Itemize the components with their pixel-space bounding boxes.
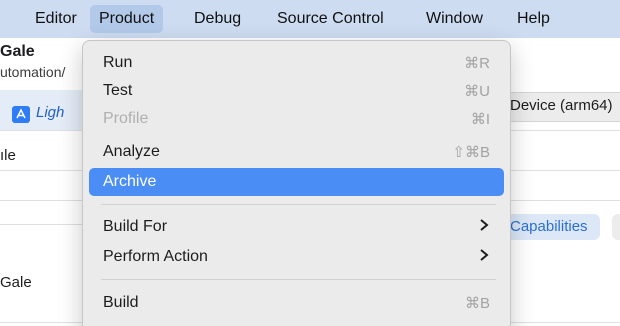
menu-item-label: Profile: [103, 110, 149, 127]
settings-row-label-gale: Gale: [0, 274, 32, 291]
app-target-icon: [12, 106, 30, 123]
menubar-item-help[interactable]: Help: [508, 5, 559, 33]
project-name: Gale: [0, 43, 35, 60]
menu-item-label: Build: [103, 294, 139, 311]
menu-separator: [101, 204, 496, 205]
menu-item-label: Run: [103, 54, 133, 71]
device-label: Device (arm64): [510, 97, 613, 114]
menubar-item-product[interactable]: Product: [90, 5, 164, 33]
menu-separator: [101, 279, 496, 280]
menu-bar: Editor Product Debug Source Control Wind…: [0, 0, 620, 38]
project-subtitle: utomation/: [0, 64, 66, 80]
menubar-item-editor[interactable]: Editor: [26, 5, 86, 33]
chevron-right-icon: [479, 247, 489, 267]
product-menu: Run ⌘R Test ⌘U Profile ⌘I Analyze ⇧⌘B Ar…: [82, 40, 511, 326]
menu-item-label: Perform Action: [103, 248, 208, 265]
menu-item-run[interactable]: Run ⌘R: [89, 49, 504, 77]
tab-next[interactable]: [612, 214, 620, 240]
shortcut-label: ⇧⌘B: [452, 144, 490, 161]
menubar-item-debug[interactable]: Debug: [185, 5, 250, 33]
menu-item-perform-action[interactable]: Perform Action: [89, 243, 504, 271]
menubar-item-source-control[interactable]: Source Control: [268, 5, 393, 33]
chevron-right-icon: [479, 217, 489, 237]
menu-item-label: Build For: [103, 218, 168, 235]
target-label: Ligh: [36, 104, 65, 121]
settings-row-label: ıle: [0, 147, 16, 164]
menu-item-analyze[interactable]: Analyze ⇧⌘B: [89, 138, 504, 166]
menu-item-build-for[interactable]: Build For: [89, 213, 504, 241]
menu-item-label: Archive: [103, 173, 157, 190]
shortcut-label: ⌘I: [470, 111, 490, 128]
menu-item-build[interactable]: Build ⌘B: [89, 289, 504, 317]
menu-item-archive[interactable]: Archive: [89, 168, 504, 196]
shortcut-label: ⌘B: [464, 295, 490, 312]
divider: [0, 224, 90, 225]
menu-item-label: Test: [103, 82, 133, 99]
menubar-item-window[interactable]: Window: [417, 5, 492, 33]
shortcut-label: ⌘R: [464, 55, 490, 72]
menu-item-test[interactable]: Test ⌘U: [89, 77, 504, 105]
menu-item-profile: Profile ⌘I: [89, 105, 504, 133]
menu-item-label: Analyze: [103, 143, 160, 160]
shortcut-label: ⌘U: [464, 83, 490, 100]
tab-capabilities[interactable]: Capabilities: [504, 214, 600, 240]
